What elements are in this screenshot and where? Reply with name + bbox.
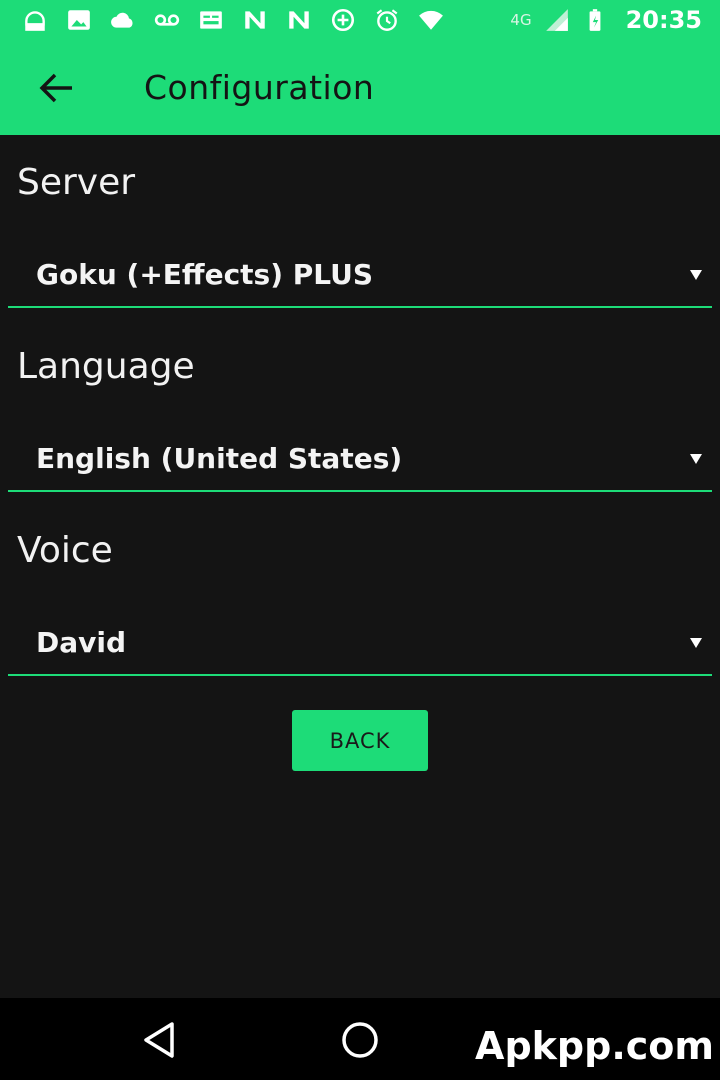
data-saver-icon — [330, 7, 356, 33]
voice-label: Voice — [17, 530, 113, 571]
language-select[interactable]: English (United States) — [8, 432, 712, 492]
alarm-icon — [374, 7, 400, 33]
voice-select-value: David — [36, 626, 127, 659]
status-clock: 20:35 — [625, 6, 702, 34]
wifi-icon — [418, 7, 444, 33]
voicemail-icon — [154, 7, 180, 33]
page-title: Configuration — [144, 68, 375, 107]
n-app-icon — [242, 7, 268, 33]
circle-home-icon[interactable] — [338, 1018, 382, 1062]
watermark-text: Apkpp.com — [475, 1024, 714, 1068]
server-select-value: Goku (+Effects) PLUS — [36, 258, 374, 291]
language-label: Language — [17, 346, 195, 387]
status-icons — [22, 7, 510, 33]
dropdown-arrow-icon — [690, 638, 702, 648]
server-label: Server — [17, 162, 136, 203]
signal-icon — [544, 7, 570, 33]
status-right: 4G 20:35 — [510, 6, 702, 34]
dropdown-arrow-icon — [690, 454, 702, 464]
status-bar: 4G 20:35 — [0, 0, 720, 40]
language-select-value: English (United States) — [36, 442, 403, 475]
arrow-left-icon[interactable] — [26, 58, 86, 118]
news-icon — [22, 7, 48, 33]
keyboard-icon — [198, 7, 224, 33]
server-select[interactable]: Goku (+Effects) PLUS — [8, 248, 712, 308]
cloud-icon — [110, 7, 136, 33]
back-button[interactable]: BACK — [292, 710, 428, 771]
voice-select[interactable]: David — [8, 616, 712, 676]
triangle-back-icon[interactable] — [138, 1018, 182, 1062]
system-nav-bar: Apkpp.com — [0, 998, 720, 1080]
dropdown-arrow-icon — [690, 270, 702, 280]
app-bar: Configuration — [0, 40, 720, 135]
network-type: 4G — [510, 11, 532, 29]
image-icon — [66, 7, 92, 33]
n-app-icon — [286, 7, 312, 33]
battery-icon — [582, 7, 608, 33]
